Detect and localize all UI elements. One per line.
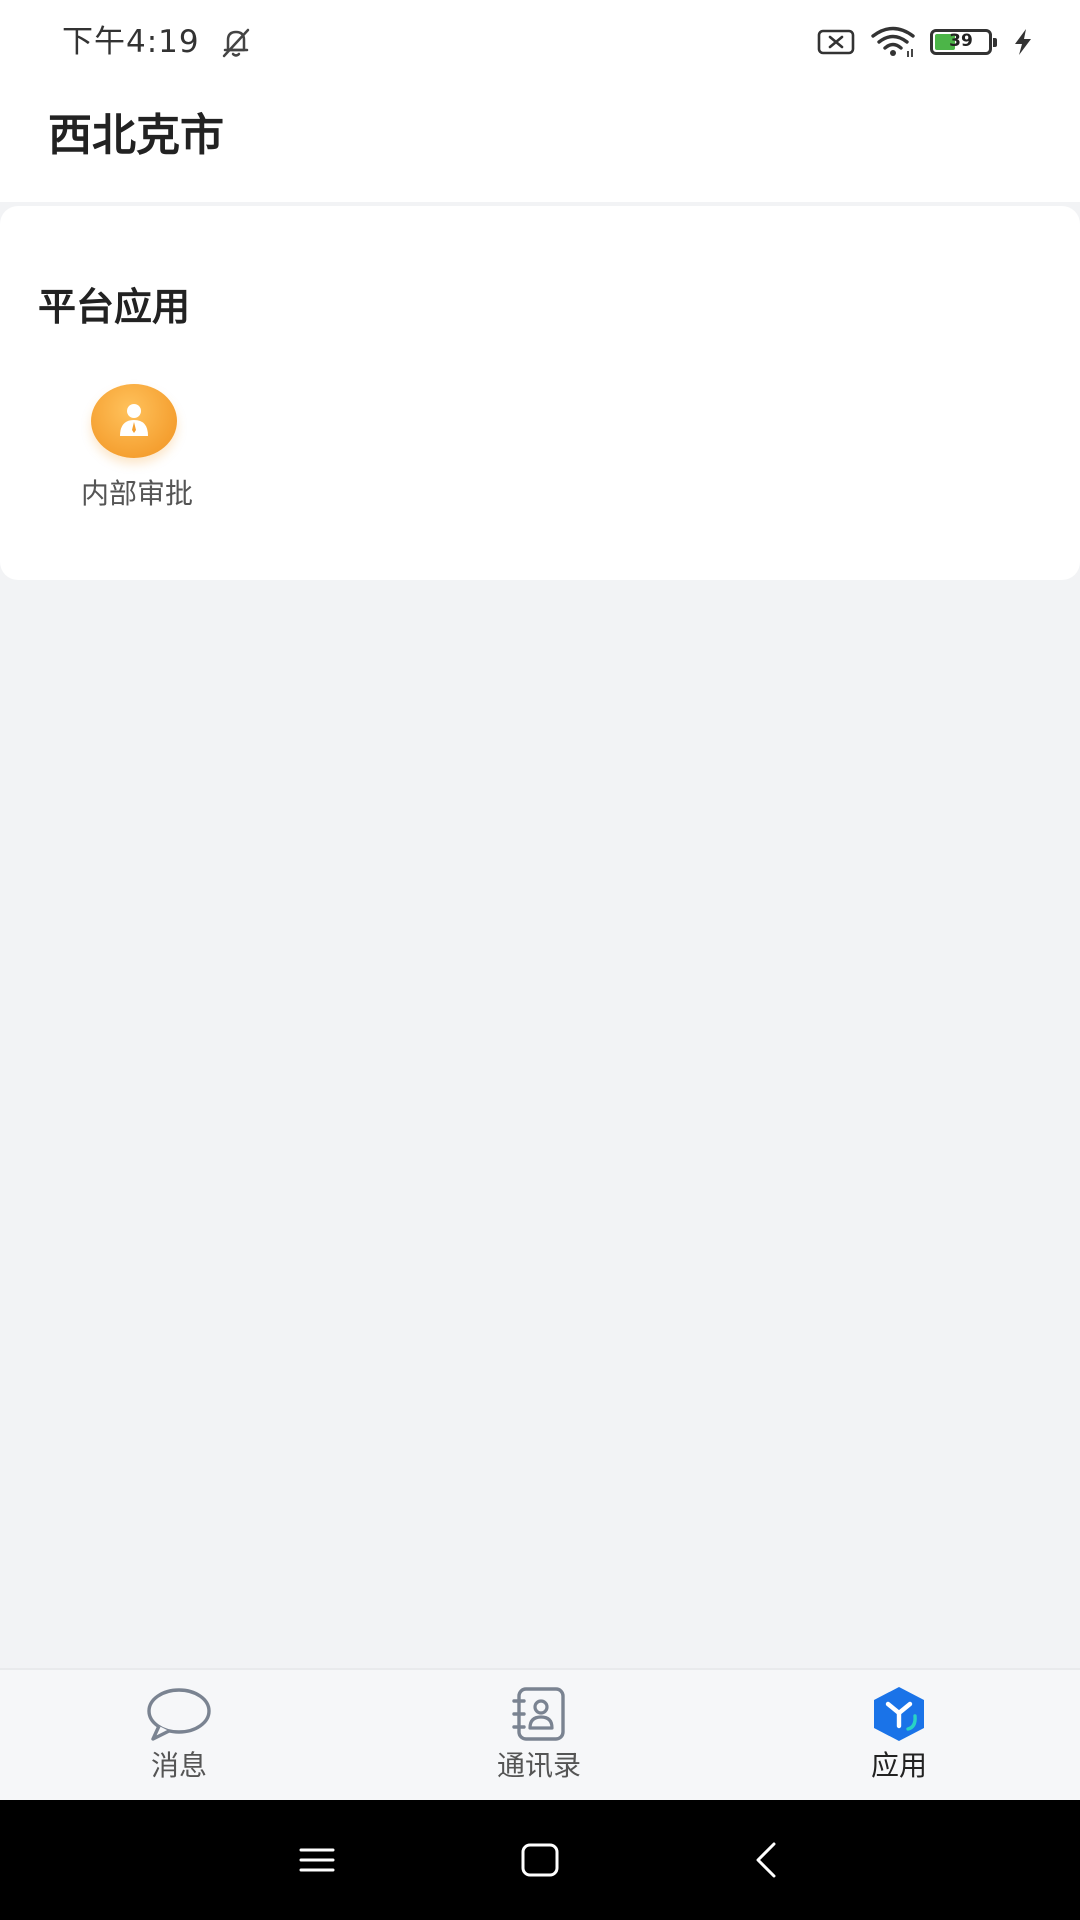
chat-bubble-icon [147,1688,211,1741]
battery-icon: 39 [930,29,997,55]
menu-icon[interactable] [293,1836,341,1884]
contacts-book-icon [512,1687,565,1741]
app-header: 西北克市 [0,84,1080,202]
platform-apps-card: 平台应用 内部审批 [0,206,1080,580]
status-icons: 39 [816,22,1034,62]
back-icon[interactable] [744,1836,792,1884]
no-sim-icon [817,29,855,55]
bottom-tab-bar: 消息 通讯录 应用 [0,1668,1080,1800]
app-label: 内部审批 [80,477,193,510]
approval-person-icon [91,384,177,458]
status-time: 下午4:19 [62,24,200,60]
bell-off-icon [222,28,250,58]
tab-apps[interactable]: 应用 [799,1670,999,1800]
charging-icon [1015,29,1031,55]
wifi-icon [871,26,915,57]
tab-contacts[interactable]: 通讯录 [439,1670,639,1800]
status-bar: 下午4:19 39 [0,0,1080,84]
tab-label: 消息 [150,1749,207,1782]
section-title: 平台应用 [38,285,191,329]
apps-cube-icon [874,1687,924,1741]
home-icon[interactable] [516,1836,564,1884]
battery-level: 39 [949,31,973,51]
page-title: 西北克市 [48,110,224,161]
tab-label: 通讯录 [496,1749,581,1782]
app-internal-approval[interactable]: 内部审批 [54,374,220,524]
tab-messages[interactable]: 消息 [79,1670,279,1800]
system-nav-bar [0,1800,1080,1920]
tab-label: 应用 [870,1749,927,1782]
